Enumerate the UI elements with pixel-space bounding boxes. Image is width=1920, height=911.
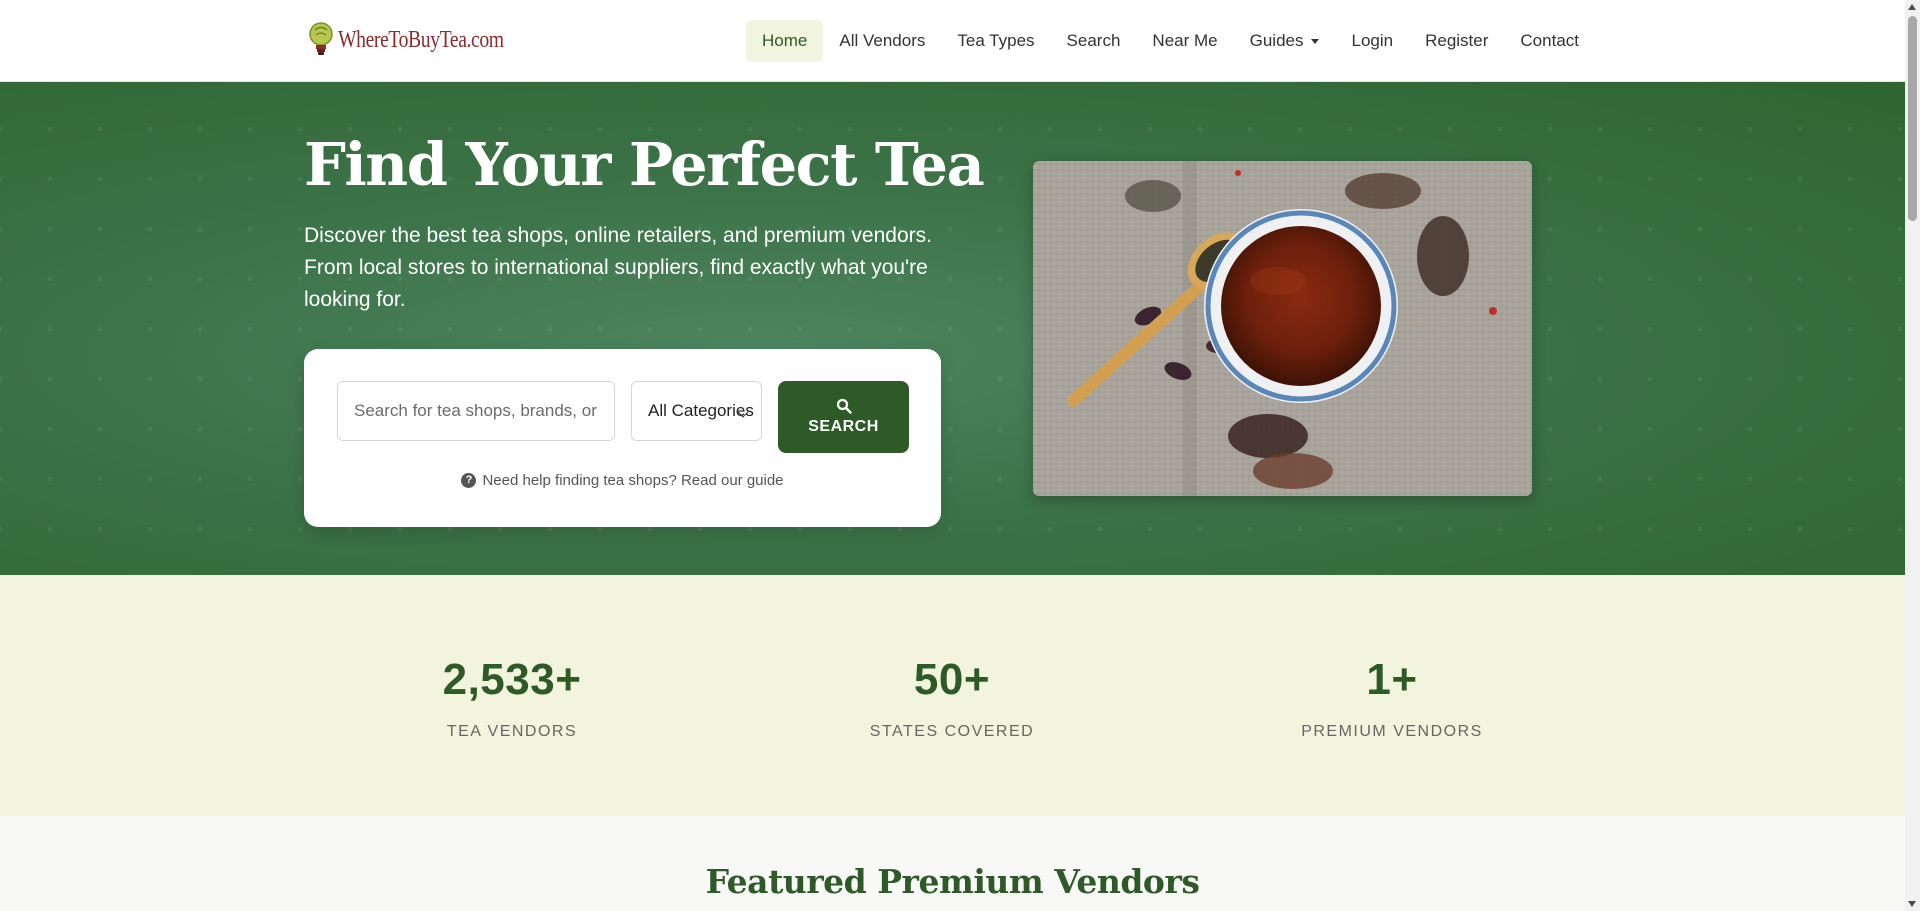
nav-search[interactable]: Search [1051, 20, 1137, 62]
search-input[interactable] [337, 381, 615, 441]
hero-title: Find Your Perfect Tea [304, 130, 985, 199]
site-header: WhereToBuyTea.com Home All Vendors Tea T… [0, 0, 1905, 82]
scroll-up-arrow-icon[interactable] [1908, 4, 1916, 10]
stats-section: 2,533+ TEA VENDORS 50+ STATES COVERED 1+… [0, 575, 1905, 816]
help-link[interactable]: ? Need help finding tea shops? Read our … [304, 472, 941, 489]
hero-section: Find Your Perfect Tea Discover the best … [0, 82, 1905, 575]
search-button-label: SEARCH [808, 418, 879, 435]
nav-guides-label: Guides [1249, 31, 1304, 50]
help-link-text: Need help finding tea shops? Read our gu… [482, 472, 784, 489]
stat-tea-vendors: 2,533+ TEA VENDORS [362, 655, 662, 741]
nav-login[interactable]: Login [1335, 20, 1409, 62]
stat-label: STATES COVERED [869, 723, 1035, 740]
category-select[interactable]: All Categories [631, 381, 762, 441]
tea-cup-photo [1033, 161, 1532, 496]
search-card: All Categories SEARCH ? Need help findin… [304, 349, 941, 527]
featured-section: Featured Premium Vendors [0, 816, 1905, 911]
caret-down-icon [1311, 38, 1320, 44]
nav-near-me[interactable]: Near Me [1136, 20, 1233, 62]
question-circle-icon: ? [461, 473, 477, 488]
nav-all-vendors[interactable]: All Vendors [823, 20, 941, 62]
stat-value: 1+ [1366, 655, 1418, 704]
nav-contact[interactable]: Contact [1504, 20, 1595, 62]
main-nav: Home All Vendors Tea Types Search Near M… [746, 20, 1595, 62]
stat-value: 50+ [913, 655, 991, 704]
nav-home[interactable]: Home [746, 20, 824, 62]
scroll-down-arrow-icon[interactable] [1908, 901, 1916, 907]
site-logo[interactable]: WhereToBuyTea.com [308, 20, 540, 60]
search-button[interactable]: SEARCH [778, 381, 909, 453]
stat-premium-vendors: 1+ PREMIUM VENDORS [1242, 655, 1542, 741]
logo-text: WhereToBuyTea.com [338, 26, 504, 53]
stat-states-covered: 50+ STATES COVERED [802, 655, 1102, 741]
nav-tea-types[interactable]: Tea Types [941, 20, 1050, 62]
scrollbar-thumb[interactable] [1908, 16, 1917, 221]
hero-tea-image [1033, 161, 1532, 496]
hero-subtitle: Discover the best tea shops, online reta… [304, 224, 932, 311]
nav-register[interactable]: Register [1409, 20, 1504, 62]
stat-label: PREMIUM VENDORS [1301, 723, 1483, 740]
search-icon [836, 398, 852, 414]
stat-label: TEA VENDORS [446, 723, 578, 740]
featured-title: Featured Premium Vendors [705, 862, 1200, 901]
nav-guides[interactable]: Guides [1234, 20, 1336, 62]
page-scrollbar[interactable] [1905, 0, 1920, 911]
lightbulb-logo-icon [309, 22, 333, 55]
stat-value: 2,533+ [442, 655, 582, 704]
